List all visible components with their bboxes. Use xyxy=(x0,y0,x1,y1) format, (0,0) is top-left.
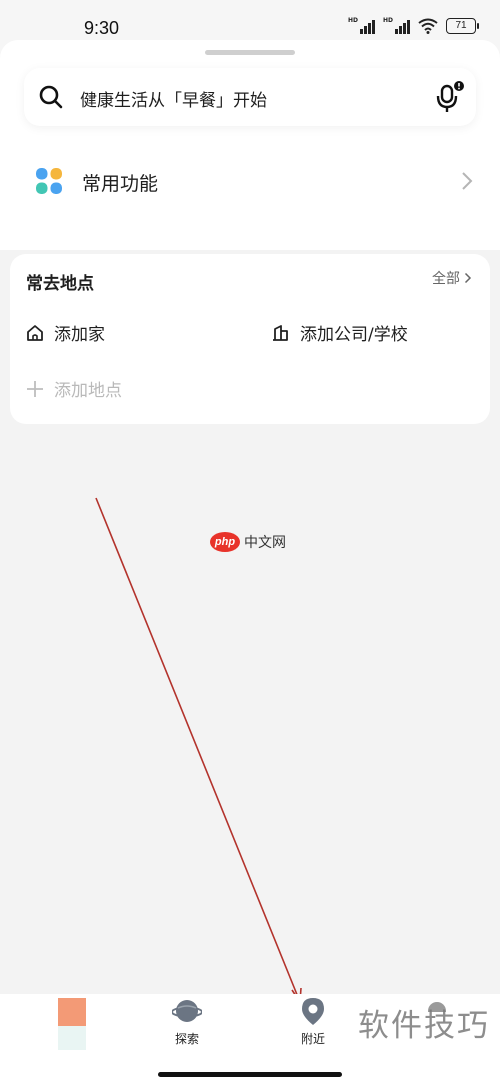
wifi-icon xyxy=(418,18,438,34)
tab-explore[interactable]: 探索 xyxy=(137,994,237,1054)
home-tab-icon-base xyxy=(58,1026,86,1050)
add-place-label: 添加地点 xyxy=(54,381,122,401)
home-icon xyxy=(27,324,43,341)
php-logo: php xyxy=(210,532,240,552)
plus-icon xyxy=(27,380,43,397)
search-placeholder: 健康生活从「早餐」开始 xyxy=(80,91,267,111)
view-all-places-link[interactable]: 全部 xyxy=(432,268,472,288)
php-site-text: 中文网 xyxy=(244,535,286,551)
tab-nearby[interactable]: 附近 xyxy=(263,994,363,1054)
drag-handle[interactable] xyxy=(205,50,295,55)
add-place-button[interactable]: 添加地点 xyxy=(26,376,122,401)
search-bar[interactable]: 健康生活从「早餐」开始 xyxy=(24,68,476,126)
apps-grid-icon xyxy=(36,168,62,194)
add-home-button[interactable]: 添加家 xyxy=(26,320,105,345)
common-functions-row[interactable]: 常用功能 xyxy=(0,152,500,210)
search-icon xyxy=(39,85,63,109)
add-work-label: 添加公司/学校 xyxy=(300,325,408,345)
frequent-places-title: 常去地点 xyxy=(26,274,94,294)
tab-explore-label: 探索 xyxy=(174,1032,199,1046)
view-all-label: 全部 xyxy=(432,271,460,287)
add-home-label: 添加家 xyxy=(54,325,105,345)
chevron-right-icon xyxy=(462,172,473,190)
add-work-school-button[interactable]: 添加公司/学校 xyxy=(272,320,408,345)
corner-watermark: 软件技巧 xyxy=(358,1008,490,1044)
signal-icon-1: HD xyxy=(348,18,375,34)
tab-nearby-label: 附近 xyxy=(300,1032,325,1046)
location-pin-icon xyxy=(302,998,324,1025)
planet-icon xyxy=(172,1000,202,1022)
signal-icon-2: HD xyxy=(383,18,410,34)
voice-mic-icon[interactable] xyxy=(434,80,466,114)
frequent-places-card: 常去地点 全部 添加家 添加公司/学校 添加地点 xyxy=(10,254,490,424)
building-icon xyxy=(273,324,288,341)
status-time: 9:30 xyxy=(84,18,120,38)
tab-home[interactable] xyxy=(22,994,122,1054)
home-indicator[interactable] xyxy=(158,1072,342,1077)
home-tab-icon xyxy=(58,998,86,1026)
php-watermark: php 中文网 xyxy=(210,532,286,552)
status-icons: HD HD 71 xyxy=(348,18,479,34)
chevron-right-icon xyxy=(464,272,472,284)
common-functions-label: 常用功能 xyxy=(82,173,159,195)
battery-icon: 71 xyxy=(446,18,479,34)
